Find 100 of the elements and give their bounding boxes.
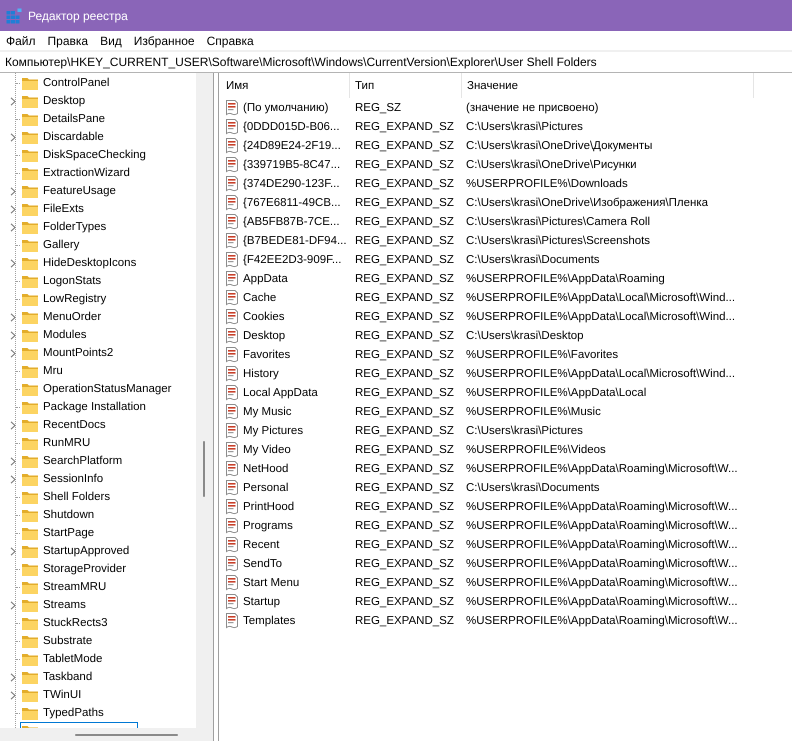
value-name[interactable]: Local AppData [243,386,318,398]
chevron-icon[interactable] [10,474,16,484]
tree-item[interactable]: SearchPlatform [20,452,126,470]
value-type: REG_EXPAND_SZ [354,482,454,494]
value-name[interactable]: Templates [243,614,296,626]
menu-item[interactable]: Правка [42,31,94,50]
value-name[interactable]: My Music [243,406,292,418]
value-name[interactable]: {339719B5-8C47... [243,158,340,170]
value-name[interactable]: AppData [243,272,288,284]
chevron-icon[interactable] [10,258,16,268]
tree-item[interactable]: Desktop [20,92,90,110]
chevron-icon[interactable] [10,348,16,358]
chevron-icon[interactable] [10,204,16,214]
value-name[interactable]: (По умолчанию) [243,102,328,114]
chevron-icon[interactable] [10,96,16,106]
tree-item[interactable]: LowRegistry [20,290,110,308]
document-icon [224,422,240,438]
tree-item[interactable]: DetailsPane [20,110,110,128]
chevron-icon[interactable] [10,690,16,700]
value-name[interactable]: {0DDD015D-B06... [243,120,340,132]
tree-item[interactable]: LogonStats [20,272,106,290]
folder-icon [22,76,38,90]
tree-item[interactable]: RecentDocs [20,416,110,434]
value-name[interactable]: Start Menu [243,576,300,588]
document-icon [224,498,240,514]
value-name[interactable]: Favorites [243,348,290,360]
window-title: Редактор реестра [28,8,128,22]
tree-item[interactable]: ExtractionWizard [20,164,134,182]
scrollbar-thumb[interactable] [75,734,178,736]
value-name[interactable]: {B7BEDE81-DF94... [243,234,347,246]
tree-item[interactable]: MountPoints2 [20,344,118,362]
tree-item[interactable]: FileExts [20,200,88,218]
value-name[interactable]: My Pictures [243,424,304,436]
tree-item[interactable]: Taskband [20,668,96,686]
chevron-icon[interactable] [10,456,16,466]
tree-item[interactable]: RunMRU [20,434,94,452]
chevron-icon[interactable] [10,600,16,610]
tree-item[interactable]: TabletMode [20,650,106,668]
column-header[interactable]: Значение [462,73,754,98]
value-name[interactable]: {AB5FB87B-7CE... [243,216,340,228]
tree-item[interactable]: Substrate [20,632,96,650]
menu-item[interactable]: Вид [94,31,128,50]
chevron-icon[interactable] [10,330,16,340]
column-header[interactable]: Тип [350,73,462,98]
value-name[interactable]: {F42EE2D3-909F... [243,254,342,266]
chevron-icon[interactable] [10,546,16,556]
value-name[interactable]: NetHood [243,462,288,474]
value-data: %USERPROFILE%\AppData\Roaming\Microsoft\W... [465,596,738,608]
value-name[interactable]: Cache [243,292,276,304]
chevron-icon[interactable] [10,420,16,430]
tree-item[interactable]: Gallery [20,236,84,254]
column-header[interactable]: Имя [219,73,350,98]
tree-item[interactable]: Shutdown [20,506,98,524]
chevron-icon[interactable] [10,312,16,322]
folder-icon [22,562,38,576]
tree-item[interactable]: Streams [20,596,90,614]
folder-icon [22,688,38,702]
tree-item[interactable]: HideDesktopIcons [20,254,140,272]
tree-item[interactable]: FolderTypes [20,218,110,236]
value-name[interactable]: SendTo [243,558,282,570]
tree-item[interactable]: DiskSpaceChecking [20,146,150,164]
tree-item[interactable]: StartPage [20,524,98,542]
value-name[interactable]: Desktop [243,330,286,342]
tree-item[interactable]: OperationStatusManager [20,380,176,398]
value-name[interactable]: Recent [243,538,280,550]
value-data: %USERPROFILE%\Videos [465,444,606,456]
tree-item[interactable]: Mru [20,362,67,380]
scrollbar-thumb[interactable] [203,441,205,497]
value-name[interactable]: Cookies [243,310,285,322]
tree-item[interactable]: Modules [20,326,90,344]
value-name[interactable]: {767E6811-49CB... [243,196,341,208]
chevron-icon[interactable] [10,222,16,232]
value-name[interactable]: {24D89E24-2F19... [243,140,341,152]
chevron-icon[interactable] [10,132,16,142]
tree-item[interactable]: FeatureUsage [20,182,120,200]
value-name[interactable]: Startup [243,596,280,608]
value-name[interactable]: History [243,368,279,380]
tree-item[interactable]: StorageProvider [20,560,130,578]
tree-item[interactable]: ControlPanel [20,74,114,92]
chevron-icon[interactable] [10,186,16,196]
menu-item[interactable]: Избранное [128,31,201,50]
tree-item[interactable]: SessionInfo [20,470,108,488]
tree-item[interactable]: StreamMRU [20,578,110,596]
tree-item[interactable]: MenuOrder [20,308,106,326]
value-name[interactable]: My Video [243,444,291,456]
tree-item[interactable]: Discardable [20,128,108,146]
value-name[interactable]: {374DE290-123F... [243,178,340,190]
tree-item[interactable]: StartupApproved [20,542,134,560]
tree-item[interactable]: StuckRects3 [20,614,112,632]
value-name[interactable]: Programs [243,520,293,532]
value-name[interactable]: Personal [243,482,288,494]
tree-item[interactable]: Shell Folders [20,488,114,506]
tree-item[interactable]: TypedPaths [20,704,108,722]
document-icon [224,138,240,154]
chevron-icon[interactable] [10,672,16,682]
value-name[interactable]: PrintHood [243,500,294,512]
tree-item[interactable]: TWinUI [20,686,86,704]
menu-item[interactable]: Справка [200,31,260,50]
tree-item[interactable]: Package Installation [20,398,150,416]
menu-item[interactable]: Файл [0,31,42,50]
